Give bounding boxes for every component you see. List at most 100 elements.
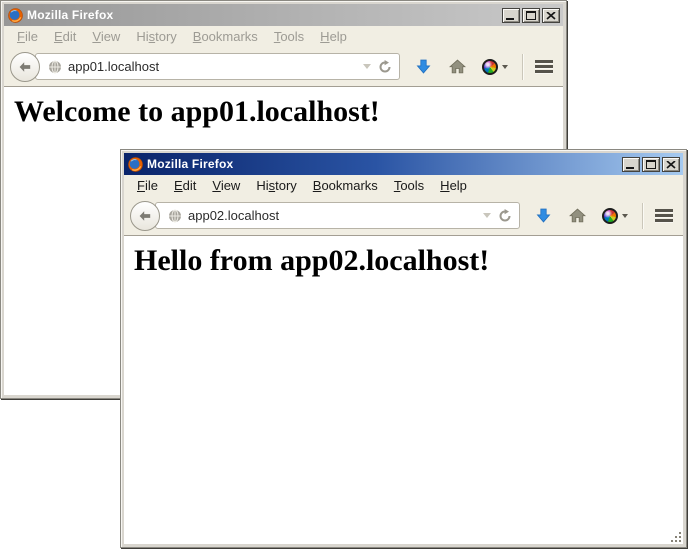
titlebar[interactable]: Mozilla Firefox: [124, 153, 683, 175]
menu-label: ookmarks: [201, 29, 257, 44]
download-button[interactable]: [416, 59, 431, 74]
download-icon: [536, 208, 551, 223]
navigation-toolbar: [4, 47, 563, 87]
back-icon: [137, 208, 153, 224]
menu-help[interactable]: Help: [432, 176, 475, 195]
home-button[interactable]: [449, 59, 466, 74]
url-bar[interactable]: [35, 53, 400, 80]
menu-label: F: [17, 29, 25, 44]
urlbar-dropdown-icon[interactable]: [363, 64, 371, 69]
window-title: Mozilla Firefox: [147, 157, 618, 171]
menu-label: iew: [101, 29, 121, 44]
grip-dot: [679, 536, 681, 538]
menu-label: F: [137, 178, 145, 193]
reload-button[interactable]: [497, 209, 513, 223]
hamburger-menu-icon: [535, 65, 553, 68]
hamburger-menu-icon: [655, 219, 673, 222]
menu-edit[interactable]: Edit: [46, 27, 84, 46]
menu-edit[interactable]: Edit: [166, 176, 204, 195]
colorwheel-extension-icon: [602, 208, 618, 224]
home-icon: [449, 59, 466, 74]
back-button[interactable]: [130, 201, 160, 231]
extension-dropdown-icon: [502, 65, 508, 69]
minimize-button[interactable]: [622, 157, 640, 172]
menu-label: ools: [280, 29, 304, 44]
menu-view[interactable]: View: [84, 27, 128, 46]
hamburger-menu-icon: [655, 214, 673, 217]
menu-view[interactable]: View: [204, 176, 248, 195]
titlebar[interactable]: Mozilla Firefox: [4, 4, 563, 26]
menu-help[interactable]: Help: [312, 27, 355, 46]
menu-bar: File Edit View History Bookmarks Tools H…: [4, 26, 563, 47]
reload-button[interactable]: [377, 60, 393, 74]
minimize-button[interactable]: [502, 8, 520, 23]
menu-tools[interactable]: Tools: [266, 27, 312, 46]
menu-label: elp: [450, 178, 467, 193]
grip-dot: [675, 540, 677, 542]
grip-dot: [675, 536, 677, 538]
menu-label: E: [54, 29, 63, 44]
minimize-icon: [506, 18, 514, 20]
maximize-button[interactable]: [522, 8, 540, 23]
download-button[interactable]: [536, 208, 551, 223]
firefox-logo-icon[interactable]: [128, 157, 143, 172]
page-heading: Welcome to app01.localhost!: [14, 95, 563, 129]
toolbar-separator: [642, 203, 643, 229]
grip-dot: [671, 540, 673, 542]
colorwheel-extension-button[interactable]: [602, 208, 628, 224]
menu-label: V: [212, 178, 220, 193]
menu-bookmarks[interactable]: Bookmarks: [185, 27, 266, 46]
menu-label: iew: [221, 178, 241, 193]
colorwheel-extension-button[interactable]: [482, 59, 508, 75]
menu-label: V: [92, 29, 100, 44]
url-input[interactable]: [68, 59, 357, 74]
menu-file[interactable]: File: [9, 27, 46, 46]
grip-dot: [679, 540, 681, 542]
extension-dropdown-icon: [622, 214, 628, 218]
grip-dot: [679, 532, 681, 534]
url-input[interactable]: [188, 208, 477, 223]
back-icon: [17, 59, 33, 75]
menu-label: ools: [400, 178, 424, 193]
menu-label: E: [174, 178, 183, 193]
menu-tools[interactable]: Tools: [386, 176, 432, 195]
toolbar-separator: [522, 54, 523, 80]
urlbar-dropdown-icon[interactable]: [483, 213, 491, 218]
url-bar[interactable]: [155, 202, 520, 229]
window-controls: [502, 8, 560, 23]
menu-label: Hi: [136, 29, 148, 44]
menu-label: tory: [155, 29, 177, 44]
window-title: Mozilla Firefox: [27, 8, 498, 22]
reload-icon: [378, 60, 392, 74]
menu-history[interactable]: History: [248, 176, 304, 195]
menu-history[interactable]: History: [128, 27, 184, 46]
minimize-icon: [626, 167, 634, 169]
menu-bookmarks[interactable]: Bookmarks: [305, 176, 386, 195]
app-menu-button[interactable]: [535, 60, 553, 73]
home-icon: [569, 208, 586, 223]
menu-file[interactable]: File: [129, 176, 166, 195]
close-icon: [666, 161, 676, 169]
menu-bar: File Edit View History Bookmarks Tools H…: [124, 175, 683, 196]
hamburger-menu-icon: [535, 70, 553, 73]
hamburger-menu-icon: [535, 60, 553, 63]
firefox-logo-icon[interactable]: [8, 8, 23, 23]
home-button[interactable]: [569, 208, 586, 223]
download-icon: [416, 59, 431, 74]
firefox-window-app02: Mozilla Firefox File Edit View History B…: [120, 149, 687, 548]
menu-label: Hi: [256, 178, 268, 193]
close-button[interactable]: [542, 8, 560, 23]
menu-label: ile: [145, 178, 158, 193]
back-button[interactable]: [10, 52, 40, 82]
resize-grip[interactable]: [670, 531, 683, 544]
maximize-button[interactable]: [642, 157, 660, 172]
menu-label: tory: [275, 178, 297, 193]
menu-label: ookmarks: [321, 178, 377, 193]
hamburger-menu-icon: [655, 209, 673, 212]
menu-label: H: [320, 29, 329, 44]
app-menu-button[interactable]: [655, 209, 673, 222]
close-button[interactable]: [662, 157, 680, 172]
globe-icon: [168, 209, 182, 223]
maximize-icon: [526, 11, 536, 20]
menu-label: elp: [330, 29, 347, 44]
